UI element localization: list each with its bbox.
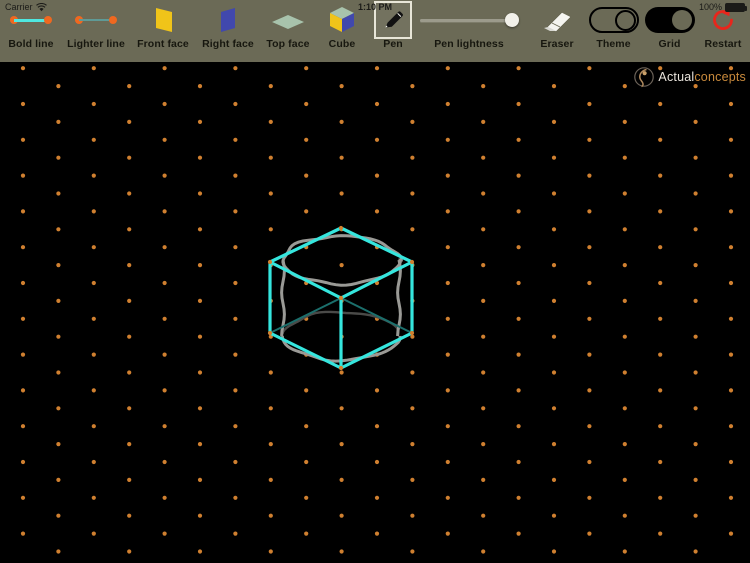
toolbar: Carrier 1:10 PM 100% Bold line Lighter l… [0,0,750,62]
restart-icon [709,3,737,37]
tool-label-pen: Pen [383,38,403,50]
slider-knob[interactable] [505,13,519,27]
tool-label-eraser: Eraser [540,38,574,50]
tool-label-lighter-line: Lighter line [67,38,125,50]
top-face-icon [267,3,309,37]
tool-cube[interactable]: Cube [317,3,367,60]
bold-line-icon [4,3,58,37]
tool-lighter-line[interactable]: Lighter line [62,3,130,60]
drawing-layer [267,225,415,371]
tool-label-top-face: Top face [266,38,310,50]
tool-right-face[interactable]: Right face [196,3,260,60]
canvas-svg[interactable] [0,62,750,563]
drawing-canvas[interactable]: Actualconcepts [0,62,750,563]
watermark-word2: concepts [694,70,746,84]
cube-icon [327,3,357,37]
tool-theme[interactable]: Theme [586,3,641,60]
tool-label-cube: Cube [328,38,356,50]
actual-concepts-logo-icon [634,67,655,88]
tool-label-pen-lightness: Pen lightness [434,38,504,50]
slider-track[interactable] [420,19,518,22]
tool-eraser[interactable]: Eraser [527,3,587,60]
watermark-word1: Actual [658,70,695,84]
pen-lightness-slider[interactable] [420,3,519,37]
tool-label-grid: Grid [658,38,681,50]
tool-pen[interactable]: Pen [369,1,417,60]
grid-toggle[interactable] [644,3,695,37]
tool-restart[interactable]: Restart [696,3,750,60]
tool-grid[interactable]: Grid [642,3,697,60]
tool-label-right-face: Right face [202,38,254,50]
tool-label-restart: Restart [704,38,742,50]
tool-label-theme: Theme [596,38,631,50]
tool-list: Bold line Lighter line Front face Right … [0,0,750,62]
isometric-dot-grid [20,66,734,554]
right-face-icon [213,3,243,37]
tool-front-face[interactable]: Front face [131,3,195,60]
eraser-icon [540,3,574,37]
app-root: Carrier 1:10 PM 100% Bold line Lighter l… [0,0,750,563]
watermark-text: Actualconcepts [658,70,746,84]
tool-top-face[interactable]: Top face [259,3,317,60]
pen-icon [374,1,412,39]
tool-label-bold-line: Bold line [8,38,54,50]
front-face-icon [148,3,178,37]
lighter-line-icon [69,3,123,37]
tool-pen-lightness[interactable]: Pen lightness [419,3,519,60]
watermark: Actualconcepts [634,66,746,88]
tool-label-front-face: Front face [137,38,189,50]
tool-bold-line[interactable]: Bold line [0,3,62,60]
theme-toggle[interactable] [588,3,639,37]
